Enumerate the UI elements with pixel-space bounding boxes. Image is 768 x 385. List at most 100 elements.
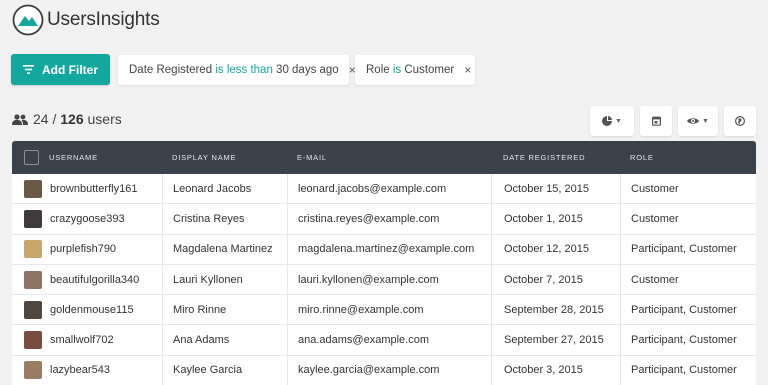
avatar [24,331,42,350]
email-cell: leonard.jacobs@example.com [287,174,491,204]
column-label: Display Name [172,153,237,162]
display-name-cell: Kaylee Garcia [162,355,287,385]
calendar-view-button[interactable] [640,106,672,136]
username[interactable]: goldenmouse115 [50,304,134,316]
filter-chip-role[interactable]: Role is Customer × [355,55,475,85]
table-row[interactable]: purplefish790 Magdalena Martinez magdalena… [12,234,756,265]
table-row[interactable]: lazybear543 Kaylee Garcia kaylee.garcia@ex… [12,355,756,385]
avatar [24,361,42,380]
username[interactable]: brownbutterfly161 [50,183,137,195]
email-cell: miro.rinne@example.com [287,295,491,325]
chevron-down-icon: ▼ [702,117,709,125]
table-header: Username Display Name E-mail Date Regist… [12,141,756,174]
role-cell: Participant, Customer [620,355,756,385]
email-cell: magdalena.martinez@example.com [287,234,491,264]
username-cell[interactable]: crazygoose393 [12,204,162,233]
total-count: 126 [60,111,84,127]
display-name-cell: Miro Rinne [162,295,287,325]
filter-chip-text: Date Registered is less than 30 days ago [118,64,339,76]
column-label: Date Registered [503,153,586,162]
email-cell: kaylee.garcia@example.com [287,355,491,385]
username[interactable]: smallwolf702 [50,334,114,346]
role-cell: Participant, Customer [620,325,756,355]
role-cell: Customer [620,264,756,295]
globe-icon [735,116,745,126]
display-name-cell: Leonard Jacobs [162,174,287,204]
column-visibility-button[interactable]: ▼ [678,106,718,136]
pie-chart-icon [602,116,613,126]
avatar [24,209,42,228]
username-cell[interactable]: purplefish790 [12,235,162,264]
date-registered-cell: October 15, 2015 [491,174,620,204]
filter-value: 30 days ago [276,64,339,76]
username-cell[interactable]: smallwolf702 [12,325,162,354]
display-name-cell: Magdalena Martinez [162,234,287,264]
display-name-cell: Cristina Reyes [162,204,287,234]
column-header-username[interactable]: Username [12,141,162,174]
user-count: 24 / 126 users [12,111,122,127]
email-cell: ana.adams@example.com [287,325,491,355]
chart-view-button[interactable]: ▼ [590,106,634,136]
add-filter-button[interactable]: Add Filter [11,54,110,85]
display-name-cell: Ana Adams [162,325,287,355]
column-header-email[interactable]: E-mail [287,141,491,174]
date-registered-cell: September 27, 2015 [491,325,620,355]
filter-chip-text: Role is Customer [355,64,454,76]
app-logo[interactable]: UsersInsights [12,4,160,36]
table-body: brownbutterfly161 Leonard Jacobs leonard.j… [12,174,756,385]
filter-value: Customer [404,64,455,76]
avatar [24,179,42,198]
date-registered-cell: October 7, 2015 [491,264,620,295]
users-table: Username Display Name E-mail Date Regist… [12,141,756,385]
table-row[interactable]: beautifulgorilla340 Lauri Kyllonen lauri.k… [12,264,756,296]
display-name-cell: Lauri Kyllonen [162,264,287,295]
map-view-button[interactable] [724,106,756,136]
date-registered-cell: October 1, 2015 [491,204,620,234]
username[interactable]: purplefish790 [50,243,116,255]
column-header-display-name[interactable]: Display Name [162,141,287,174]
count-unit: users [83,111,122,127]
column-label: Username [49,153,98,162]
eye-icon [687,118,700,124]
email-cell: lauri.kyllonen@example.com [287,264,491,295]
table-row[interactable]: crazygoose393 Cristina Reyes cristina.reye… [12,204,756,235]
table-row[interactable]: smallwolf702 Ana Adams ana.adams@example.c… [12,325,756,356]
username-cell[interactable]: goldenmouse115 [12,295,162,324]
username[interactable]: lazybear543 [50,364,110,376]
filtered-count: 24 [33,111,49,127]
table-row[interactable]: goldenmouse115 Miro Rinne miro.rinne@examp… [12,295,756,326]
role-cell: Participant, Customer [620,295,756,325]
column-header-date-registered[interactable]: Date Registered [491,141,620,174]
date-registered-cell: October 12, 2015 [491,234,620,264]
email-cell: cristina.reyes@example.com [287,204,491,234]
avatar [24,300,42,319]
mountain-logo-icon [12,4,44,36]
remove-filter-icon[interactable]: × [464,63,471,77]
count-separator: / [48,111,61,127]
date-registered-cell: October 3, 2015 [491,355,620,385]
filter-operator: is less than [215,64,273,76]
column-header-role[interactable]: Role [620,141,756,174]
users-icon [12,113,28,125]
filter-field: Role [366,64,390,76]
avatar [24,270,42,289]
calendar-icon [651,116,661,126]
filter-chip-date-registered[interactable]: Date Registered is less than 30 days ago… [118,55,356,85]
app-title: UsersInsights [47,9,160,30]
role-cell: Customer [620,204,756,234]
username-cell[interactable]: brownbutterfly161 [12,174,162,203]
column-label: E-mail [297,153,327,162]
filter-operator: is [392,64,402,76]
select-all-checkbox[interactable] [24,150,39,165]
chevron-down-icon: ▼ [615,117,622,125]
filter-field: Date Registered [129,64,213,76]
filter-icon [23,65,34,74]
username[interactable]: crazygoose393 [50,213,125,225]
username-cell[interactable]: lazybear543 [12,356,162,385]
role-cell: Customer [620,174,756,204]
table-row[interactable]: brownbutterfly161 Leonard Jacobs leonard.j… [12,174,756,205]
username-cell[interactable]: beautifulgorilla340 [12,265,162,294]
column-label: Role [630,153,654,162]
add-filter-label: Add Filter [42,62,98,77]
username[interactable]: beautifulgorilla340 [50,274,139,286]
